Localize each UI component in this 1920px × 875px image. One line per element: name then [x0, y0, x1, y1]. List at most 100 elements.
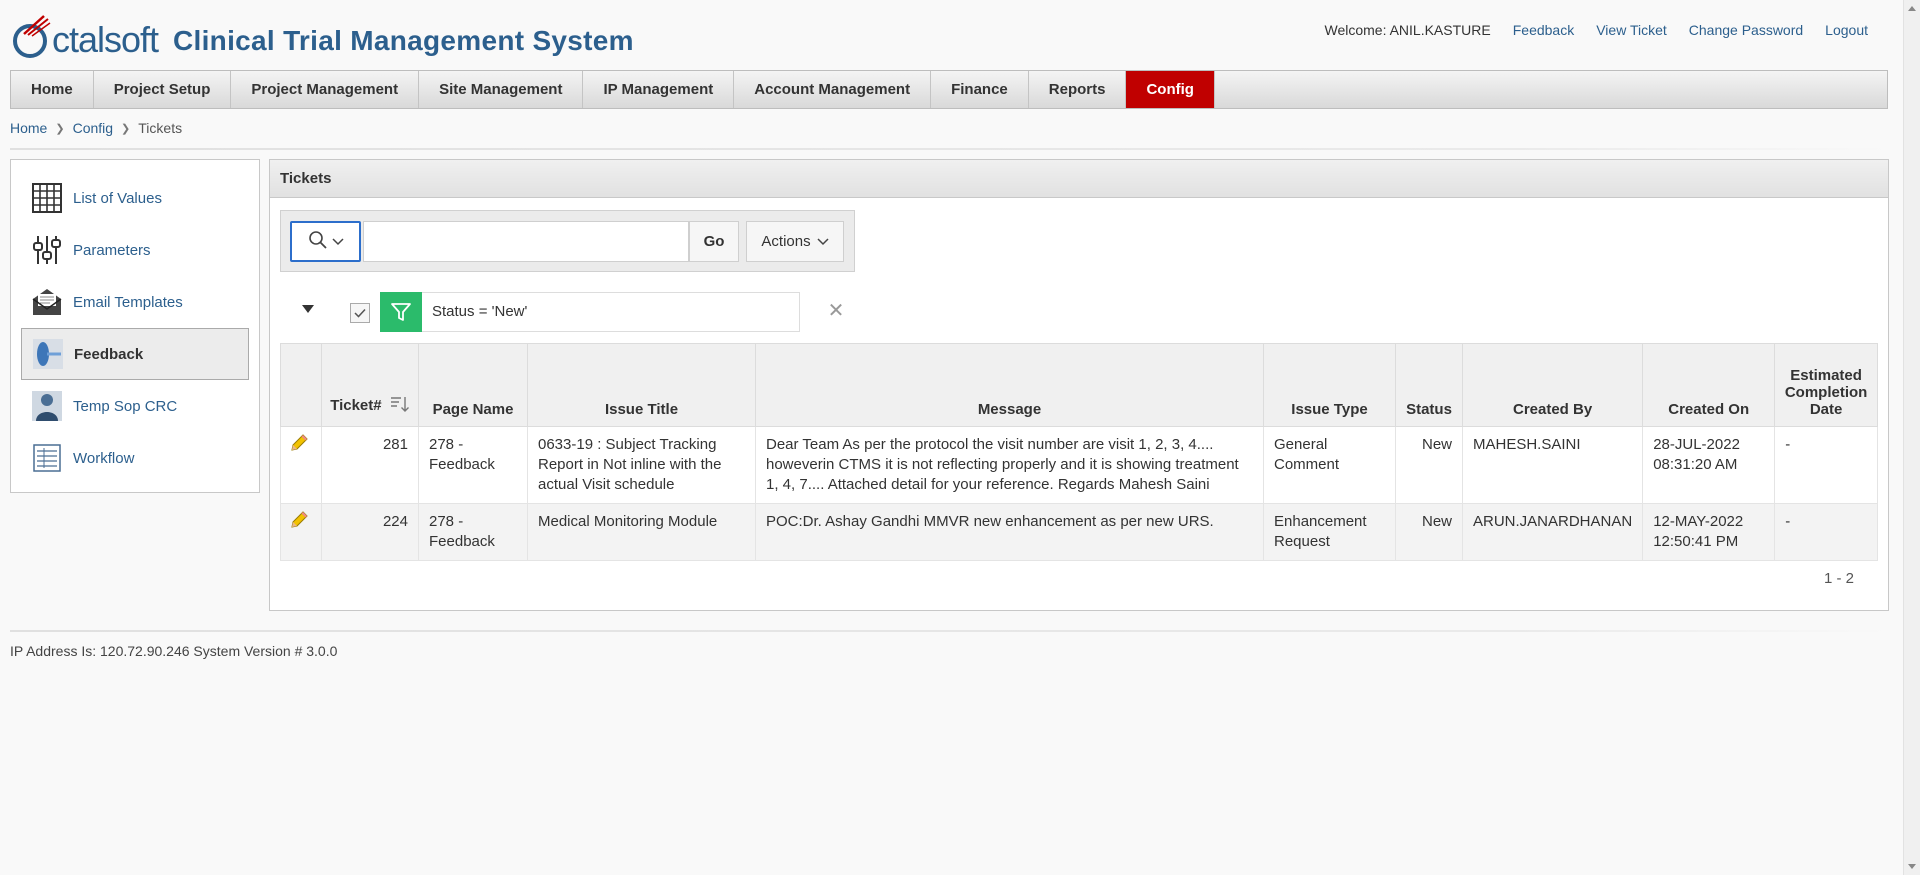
- chevron-right-icon: ❯: [121, 122, 131, 135]
- feedback-icon: [32, 338, 64, 370]
- cell-page-name: 278 - Feedback: [418, 503, 528, 561]
- cell-message: POC:Dr. Ashay Gandhi MMVR new enhancemen…: [755, 503, 1264, 561]
- nav-project-management[interactable]: Project Management: [231, 71, 420, 108]
- table-header-row: Ticket# Page Name Issue Title Message Is…: [280, 343, 1878, 427]
- breadcrumb-config[interactable]: Config: [73, 120, 113, 136]
- sidebar-item-email-templates[interactable]: Email Templates: [21, 276, 249, 328]
- cell-ticket: 281: [321, 426, 419, 504]
- divider: [10, 148, 1888, 150]
- person-icon: [31, 390, 63, 422]
- header: ctalsoft Clinical Trial Management Syste…: [0, 0, 1900, 70]
- chevron-down-icon: [331, 233, 344, 250]
- filter-enable-checkbox[interactable]: [350, 303, 370, 323]
- search-column-selector[interactable]: [290, 221, 361, 262]
- cell-issue-type: Enhancement Request: [1263, 503, 1396, 561]
- nav-project-setup[interactable]: Project Setup: [94, 71, 232, 108]
- sidebar-item-parameters[interactable]: Parameters: [21, 224, 249, 276]
- filter-icon: [380, 292, 422, 332]
- nav-account-management[interactable]: Account Management: [734, 71, 932, 108]
- pencil-icon[interactable]: [289, 434, 309, 457]
- search-icon: [308, 230, 328, 254]
- pagination-info: 1 - 2: [1823, 570, 1854, 587]
- cell-est-completion: -: [1774, 503, 1878, 561]
- edit-cell[interactable]: [280, 426, 322, 504]
- scroll-up-icon[interactable]: [1908, 6, 1916, 11]
- cell-created-by: MAHESH.SAINI: [1461, 426, 1644, 504]
- sliders-icon: [31, 234, 63, 266]
- envelope-icon: [31, 286, 63, 318]
- table-row: 224 278 - Feedback Medical Monitoring Mo…: [280, 503, 1878, 561]
- nav-reports[interactable]: Reports: [1029, 71, 1127, 108]
- sidebar-item-label: Temp Sop CRC: [73, 397, 178, 415]
- welcome-text: Welcome: ANIL.KASTURE: [1324, 22, 1491, 38]
- scroll-down-icon[interactable]: [1908, 864, 1916, 869]
- close-icon[interactable]: ✕: [825, 300, 847, 322]
- col-header-label: Ticket#: [330, 396, 382, 414]
- col-header-est-completion[interactable]: Estimated Completion Date: [1774, 343, 1878, 427]
- nav-config[interactable]: Config: [1126, 71, 1215, 108]
- col-header-created-by[interactable]: Created By: [1461, 343, 1644, 427]
- breadcrumb: Home ❯ Config ❯ Tickets: [10, 120, 182, 136]
- logo-mark: [10, 14, 54, 60]
- chevron-down-icon: [817, 233, 829, 250]
- tickets-table: Ticket# Page Name Issue Title Message Is…: [280, 343, 1878, 561]
- collapse-toggle-icon[interactable]: [302, 305, 314, 313]
- sidebar-item-list-of-values[interactable]: List of Values: [21, 172, 249, 224]
- pencil-icon[interactable]: [289, 511, 309, 534]
- cell-est-completion: -: [1774, 426, 1878, 504]
- col-header-issue-title[interactable]: Issue Title: [527, 343, 756, 427]
- change-password-link[interactable]: Change Password: [1689, 22, 1803, 38]
- breadcrumb-home[interactable]: Home: [10, 120, 47, 136]
- col-header-created-on[interactable]: Created On: [1642, 343, 1776, 427]
- filter-label[interactable]: Status = 'New': [422, 292, 800, 332]
- main-nav: Home Project Setup Project Management Si…: [10, 70, 1888, 109]
- sidebar-item-label: List of Values: [73, 189, 162, 207]
- sidebar: List of Values Parameters Email Template…: [10, 159, 260, 493]
- feedback-link[interactable]: Feedback: [1513, 22, 1574, 38]
- col-header-issue-type[interactable]: Issue Type: [1263, 343, 1396, 427]
- cell-status: New: [1395, 503, 1463, 561]
- edit-cell[interactable]: [280, 503, 322, 561]
- vertical-scrollbar[interactable]: [1903, 0, 1920, 875]
- app-title: Clinical Trial Management System: [173, 25, 634, 56]
- nav-home[interactable]: Home: [11, 71, 94, 108]
- cell-status: New: [1395, 426, 1463, 504]
- sidebar-item-label: Email Templates: [73, 293, 183, 311]
- nav-ip-management[interactable]: IP Management: [583, 71, 735, 108]
- logout-link[interactable]: Logout: [1825, 22, 1868, 38]
- nav-site-management[interactable]: Site Management: [419, 71, 584, 108]
- sidebar-item-temp-sop-crc[interactable]: Temp Sop CRC: [21, 380, 249, 432]
- col-header-page-name[interactable]: Page Name: [418, 343, 528, 427]
- go-button[interactable]: Go: [689, 221, 739, 262]
- nav-finance[interactable]: Finance: [931, 71, 1029, 108]
- top-links: Welcome: ANIL.KASTURE Feedback View Tick…: [1324, 22, 1868, 38]
- sidebar-item-label: Feedback: [74, 345, 144, 363]
- search-input[interactable]: [363, 221, 689, 262]
- logo-text: ctalsoft: [52, 19, 159, 60]
- cell-created-on: 28-JUL-2022 08:31:20 AM: [1642, 426, 1776, 504]
- sidebar-item-workflow[interactable]: Workflow: [21, 432, 249, 484]
- col-header-status[interactable]: Status: [1395, 343, 1463, 427]
- cell-created-on: 12-MAY-2022 12:50:41 PM: [1642, 503, 1776, 561]
- cell-issue-title: 0633-19 : Subject Tracking Report in Not…: [527, 426, 756, 504]
- sidebar-item-feedback[interactable]: Feedback: [21, 328, 249, 380]
- cell-issue-title: Medical Monitoring Module: [527, 503, 756, 561]
- cell-issue-type: General Comment: [1263, 426, 1396, 504]
- sidebar-item-label: Workflow: [73, 449, 135, 467]
- col-header-ticket[interactable]: Ticket#: [321, 343, 419, 427]
- cell-page-name: 278 - Feedback: [418, 426, 528, 504]
- sidebar-item-label: Parameters: [73, 241, 151, 259]
- actions-label: Actions: [761, 233, 811, 250]
- cell-created-by: ARUN.JANARDHANAN: [1461, 503, 1644, 561]
- actions-button[interactable]: Actions: [746, 221, 844, 262]
- workflow-icon: [31, 442, 63, 474]
- tickets-panel: Tickets Go Actions Status = 'New' ✕ Tick…: [269, 159, 1889, 611]
- sort-icon[interactable]: [390, 394, 410, 418]
- col-header-message[interactable]: Message: [755, 343, 1264, 427]
- search-toolbar: Go Actions: [280, 210, 855, 272]
- table-row: 281 278 - Feedback 0633-19 : Subject Tra…: [280, 426, 1878, 504]
- col-header-edit: [280, 343, 322, 427]
- cell-message: Dear Team As per the protocol the visit …: [755, 426, 1264, 504]
- octalsoft-logo[interactable]: ctalsoft: [10, 10, 159, 60]
- view-ticket-link[interactable]: View Ticket: [1596, 22, 1667, 38]
